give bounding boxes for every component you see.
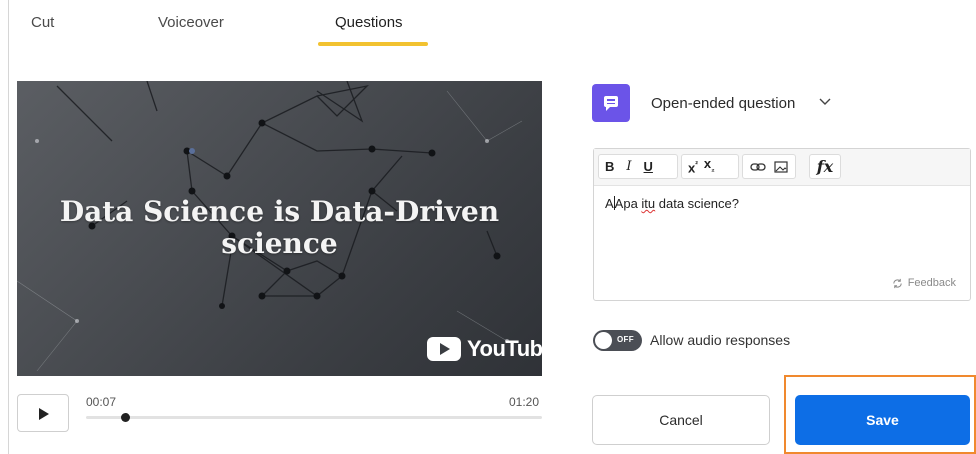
question-editor[interactable]: B I U x² x₂ fx AApa itu data science? Fe… xyxy=(593,148,971,301)
superscript-button[interactable]: x² xyxy=(682,154,704,179)
italic-button[interactable]: I xyxy=(620,156,637,178)
play-icon xyxy=(39,408,49,420)
script-group: x² x₂ xyxy=(681,154,739,179)
misspelled-word: itu xyxy=(641,196,656,211)
question-text-prefix: Apa xyxy=(614,196,642,211)
question-text[interactable]: AApa itu data science? xyxy=(605,196,739,211)
editor-toolbar: B I U x² x₂ fx xyxy=(594,149,970,186)
feedback-label: Feedback xyxy=(907,277,956,289)
link-icon[interactable] xyxy=(750,162,766,172)
formula-button[interactable]: fx xyxy=(811,156,839,178)
youtube-logo[interactable]: YouTube xyxy=(427,336,542,362)
youtube-icon xyxy=(427,337,461,361)
toggle-state: OFF xyxy=(617,335,634,344)
current-time: 00:07 xyxy=(86,395,117,409)
chevron-down-icon[interactable] xyxy=(818,94,832,108)
youtube-wordmark: YouTube xyxy=(467,336,542,361)
tab-questions[interactable]: Questions xyxy=(335,14,403,31)
timeline-track[interactable] xyxy=(86,416,542,419)
chat-bubble-icon xyxy=(592,84,630,122)
audio-responses-toggle[interactable]: OFF xyxy=(593,330,642,351)
video-preview[interactable]: Data Science is Data-Driven science YouT… xyxy=(17,81,542,376)
image-icon[interactable] xyxy=(774,160,788,173)
active-tab-indicator xyxy=(318,42,428,46)
play-button[interactable] xyxy=(17,394,69,432)
subscript-button[interactable]: x₂ xyxy=(704,153,721,181)
insert-group xyxy=(742,154,796,179)
toggle-knob xyxy=(595,332,612,349)
audio-responses-label: Allow audio responses xyxy=(650,332,791,348)
question-type-label[interactable]: Open-ended question xyxy=(651,95,795,112)
question-text-suffix: data science? xyxy=(655,196,739,211)
tab-voiceover[interactable]: Voiceover xyxy=(158,14,224,31)
panel-border xyxy=(8,0,9,454)
feedback-link[interactable]: Feedback xyxy=(892,277,956,289)
refresh-icon xyxy=(893,278,902,288)
video-title: Data Science is Data-Driven science xyxy=(59,195,500,260)
save-button[interactable]: Save xyxy=(795,395,970,445)
bold-button[interactable]: B xyxy=(599,156,620,178)
tab-cut[interactable]: Cut xyxy=(31,14,54,31)
timeline-handle[interactable] xyxy=(121,413,131,422)
format-group: B I U xyxy=(598,154,678,179)
cancel-button[interactable]: Cancel xyxy=(592,395,770,445)
total-time: 01:20 xyxy=(509,395,540,409)
formula-group: fx xyxy=(809,154,841,179)
underline-button[interactable]: U xyxy=(638,156,659,178)
